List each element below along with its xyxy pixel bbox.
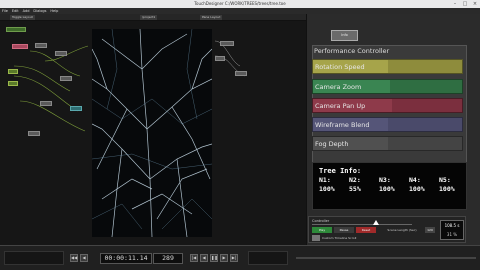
operator-node[interactable] — [220, 41, 234, 46]
reset-button[interactable]: Reset — [356, 227, 376, 233]
time-readout: 108.5 s 31 % — [440, 220, 464, 240]
play-backward-icon[interactable]: ◀ — [200, 254, 208, 262]
operator-node[interactable] — [235, 71, 247, 76]
play-button[interactable]: Play — [312, 227, 332, 233]
tree-info-name: N2: — [349, 176, 361, 184]
tree-info-name: N5: — [439, 176, 451, 184]
custom-timeline-label: Custom Timeline Scroll — [322, 236, 357, 240]
fog-depth-slider[interactable]: Fog Depth — [312, 136, 463, 151]
camera-zoom-slider[interactable]: Camera Zoom — [312, 79, 463, 94]
timeline-range[interactable] — [248, 251, 288, 265]
info-tab[interactable]: Info — [331, 30, 358, 41]
toggle-layout-button[interactable]: Toggle Layout — [10, 15, 35, 20]
tree-info-header: Tree Info: — [319, 167, 362, 175]
close-button[interactable]: × — [470, 0, 480, 8]
playhead-marker-icon[interactable] — [373, 220, 379, 225]
tree-info-name: N3: — [379, 176, 391, 184]
panel-title: Performance Controller — [314, 47, 390, 55]
rotation-speed-slider[interactable]: Rotation Speed — [312, 59, 463, 74]
operator-node[interactable] — [28, 131, 40, 136]
progress-readout-value: 31 % — [446, 232, 458, 237]
window-title: TouchDesigner C:/WORK/TREES/trees/tree.t… — [194, 1, 286, 6]
operator-node[interactable] — [35, 43, 47, 48]
slider-label: Fog Depth — [315, 140, 349, 148]
render-viewer[interactable] — [92, 29, 212, 237]
controller-label: Controller — [312, 219, 330, 223]
timeline-track[interactable] — [296, 257, 476, 259]
tree-info-box: Tree Info: N1: N2: N3: N4: N5: 100% 55% … — [312, 162, 467, 210]
rewind-icon[interactable]: ◀◀ — [70, 254, 78, 262]
tree-info-value: 100% — [409, 185, 425, 193]
timecode-display[interactable]: 00:00:11.14 — [100, 253, 152, 264]
custom-timeline-toggle[interactable] — [312, 235, 320, 241]
operator-node[interactable] — [40, 101, 52, 106]
tree-info-value: 55% — [349, 185, 361, 193]
operator-node[interactable] — [12, 44, 28, 49]
tree-render — [92, 29, 212, 237]
timeline-bar: ◀◀ ◀ 00:00:11.14 289 |◀ ◀ ❚❚ ▶ ▶| — [0, 245, 480, 270]
operator-node[interactable] — [70, 106, 82, 111]
slider-label: Camera Zoom — [315, 83, 362, 91]
play-icon[interactable]: ▶ — [220, 254, 228, 262]
step-back-frame-icon[interactable]: |◀ — [190, 254, 198, 262]
pause-icon[interactable]: ❚❚ — [210, 254, 218, 262]
maximize-button[interactable]: □ — [460, 0, 470, 8]
operator-node[interactable] — [8, 69, 18, 74]
operator-node[interactable] — [55, 51, 67, 56]
minimize-button[interactable]: – — [450, 0, 460, 8]
time-readout-value: 108.5 s — [444, 223, 460, 228]
scene-length-label: Scene Length (Sec) — [387, 228, 417, 232]
tree-info-value: 100% — [439, 185, 455, 193]
controller-panel: Controller Play Pause Reset Scene Length… — [308, 216, 466, 243]
frame-display[interactable]: 289 — [153, 253, 183, 264]
operator-node[interactable] — [8, 81, 18, 86]
slider-label: Wireframe Blend — [315, 121, 370, 129]
wireframe-blend-slider[interactable]: Wireframe Blend — [312, 117, 463, 132]
operator-node[interactable] — [6, 27, 26, 32]
pane-layout-button[interactable]: Pane Layout — [200, 15, 223, 20]
camera-pan-up-slider[interactable]: Camera Pan Up — [312, 98, 463, 113]
tree-info-name: N4: — [409, 176, 421, 184]
tree-info-value: 100% — [379, 185, 395, 193]
scrub-track[interactable] — [312, 224, 412, 225]
step-forward-icon[interactable]: ▶| — [230, 254, 238, 262]
network-path[interactable]: /project1 — [140, 15, 158, 20]
network-path-bar: Toggle Layout /project1 Pane Layout — [0, 14, 306, 21]
timeline-options[interactable] — [4, 251, 64, 265]
operator-node[interactable] — [60, 76, 72, 81]
operator-node[interactable] — [215, 56, 225, 61]
title-bar: TouchDesigner C:/WORK/TREES/trees/tree.t… — [0, 0, 480, 8]
tree-info-name: N1: — [319, 176, 331, 184]
pause-button[interactable]: Pause — [334, 227, 354, 233]
scene-length-field[interactable]: 120 — [425, 227, 435, 233]
step-back-icon[interactable]: ◀ — [80, 254, 88, 262]
tree-info-value: 100% — [319, 185, 335, 193]
slider-label: Rotation Speed — [315, 63, 365, 71]
slider-label: Camera Pan Up — [315, 102, 366, 110]
